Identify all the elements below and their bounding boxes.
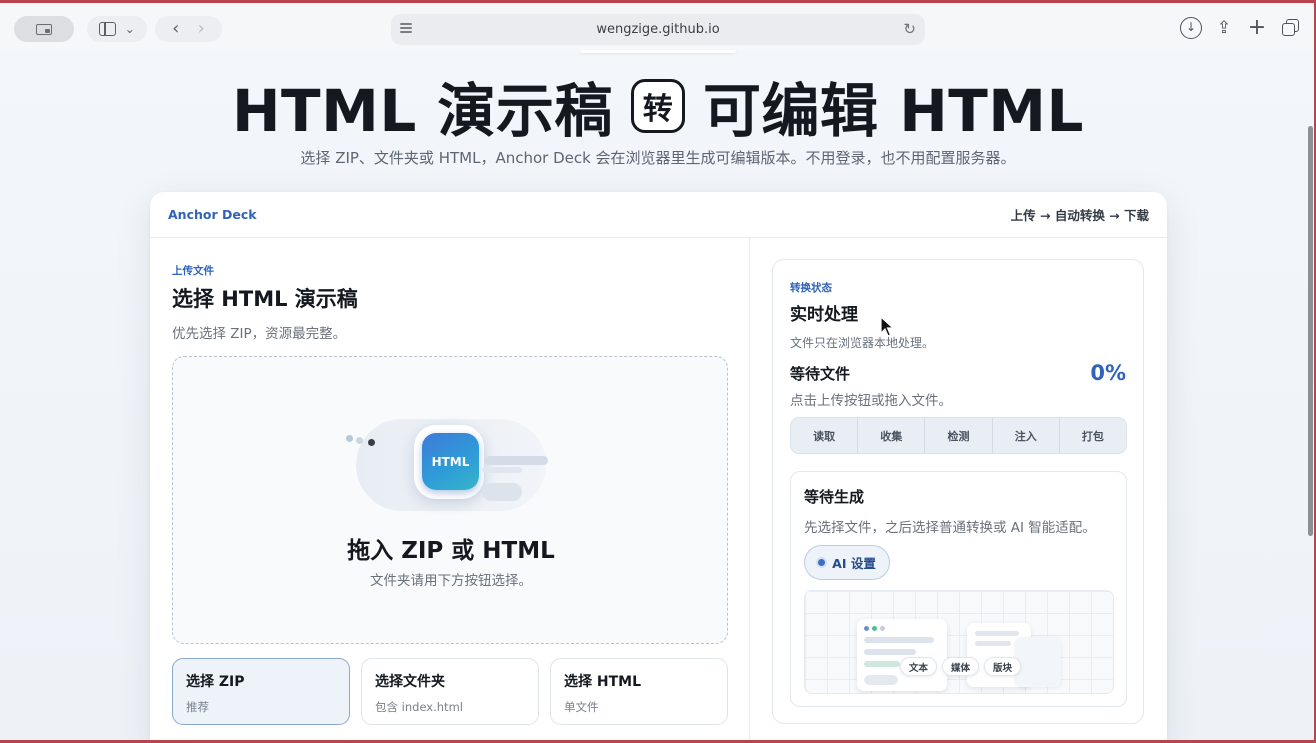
- status-note: 文件只在浏览器本地处理。: [790, 336, 935, 350]
- step-inject: 注入: [993, 418, 1060, 453]
- option-title: 选择 HTML: [564, 674, 641, 690]
- address-bar[interactable]: wengzige.github.io ↻: [391, 14, 925, 45]
- upload-eyebrow: 上传文件: [172, 265, 214, 277]
- step-collect: 收集: [858, 418, 926, 453]
- select-folder-button[interactable]: 选择文件夹 包含 index.html: [361, 658, 539, 725]
- step-detect: 检测: [925, 418, 993, 453]
- preview-illustration: 文本 媒体 版块: [804, 590, 1114, 694]
- generation-title: 等待生成: [804, 488, 865, 506]
- hero-title-left: HTML 演示稿: [232, 77, 613, 145]
- window-icon: [36, 23, 52, 35]
- waiting-label: 等待文件: [790, 365, 851, 383]
- step-read: 读取: [791, 418, 859, 453]
- file-dropzone[interactable]: HTML 拖入 ZIP 或 HTML 文件夹请用下方按钮选择。: [172, 356, 728, 644]
- upload-illustration: HTML: [346, 419, 548, 511]
- select-zip-button[interactable]: 选择 ZIP 推荐: [172, 658, 350, 725]
- status-dot-icon: [818, 559, 826, 566]
- generation-desc: 先选择文件，之后选择普通转换或 AI 智能适配。: [804, 520, 1096, 536]
- reload-icon[interactable]: ↻: [903, 20, 916, 38]
- progress-percent: 0%: [1090, 361, 1126, 385]
- html-file-icon: HTML: [422, 433, 479, 490]
- ai-settings-label: AI 设置: [832, 556, 876, 571]
- converter-card: Anchor Deck 上传 → 自动转换 → 下载 上传文件 选择 HTML …: [150, 192, 1167, 740]
- url-text: wengzige.github.io: [596, 22, 720, 37]
- brand-name[interactable]: Anchor Deck: [168, 207, 257, 222]
- option-sub: 单文件: [564, 700, 599, 714]
- hero-subtitle: 选择 ZIP、文件夹或 HTML，Anchor Deck 会在浏览器里生成可编辑…: [300, 149, 1016, 167]
- mouse-cursor-icon: [880, 316, 894, 337]
- pipeline-steps: 读取 收集 检测 注入 打包: [790, 417, 1127, 454]
- drop-title: 拖入 ZIP 或 HTML: [347, 538, 555, 564]
- step-pack: 打包: [1081, 429, 1104, 443]
- hero-title: HTML 演示稿 转 可编辑 HTML: [0, 64, 1316, 148]
- card-header: Anchor Deck 上传 → 自动转换 → 下载: [150, 192, 1167, 238]
- back-icon[interactable]: ‹: [172, 20, 179, 38]
- status-panel: 转换状态 实时处理 文件只在浏览器本地处理。 等待文件 0% 点击上传按钮或拖入…: [772, 259, 1144, 724]
- status-hint: 点击上传按钮或拖入文件。: [790, 393, 952, 409]
- forward-icon[interactable]: ›: [198, 20, 205, 38]
- share-icon[interactable]: ⇪: [1213, 17, 1235, 39]
- chip-block: 版块: [984, 657, 1022, 676]
- flow-steps: 上传 → 自动转换 → 下载: [1010, 208, 1149, 223]
- drop-hint: 文件夹请用下方按钮选择。: [370, 573, 532, 589]
- hero-title-right: 可编辑 HTML: [703, 77, 1084, 145]
- top-notch: [580, 50, 736, 53]
- new-tab-icon[interactable]: +: [1246, 17, 1268, 39]
- upload-desc: 优先选择 ZIP，资源最完整。: [172, 326, 347, 342]
- page-content: HTML 演示稿 转 可编辑 HTML 选择 ZIP、文件夹或 HTML，Anc…: [0, 50, 1316, 740]
- chip-text: 文本: [900, 657, 938, 676]
- browser-toolbar: ⌄ ‹ › wengzige.github.io ↻ ↓ ⇪ +: [0, 0, 1316, 50]
- file-pick-options: 选择 ZIP 推荐 选择文件夹 包含 index.html 选择 HTML 单文…: [172, 658, 728, 725]
- upload-title: 选择 HTML 演示稿: [172, 287, 358, 311]
- window-button[interactable]: [14, 16, 74, 42]
- status-title: 实时处理: [790, 305, 858, 325]
- chip-media: 媒体: [942, 657, 980, 676]
- ai-settings-button[interactable]: AI 设置: [804, 545, 890, 580]
- panel-divider: [749, 238, 750, 740]
- chevron-down-icon: ⌄: [124, 22, 135, 36]
- option-title: 选择 ZIP: [186, 674, 245, 690]
- status-eyebrow: 转换状态: [790, 282, 832, 294]
- option-title: 选择文件夹: [375, 674, 445, 690]
- sidebar-toggle-button[interactable]: ⌄: [87, 16, 147, 42]
- tab-overview-icon[interactable]: [1280, 17, 1302, 39]
- generation-box: 等待生成 先选择文件，之后选择普通转换或 AI 智能适配。 AI 设置 文本 媒…: [790, 471, 1127, 707]
- navigation-buttons: ‹ ›: [155, 16, 222, 42]
- page-scrollbar[interactable]: [1308, 126, 1313, 536]
- sidebar-icon: [99, 22, 117, 36]
- reader-icon[interactable]: [400, 23, 412, 36]
- download-icon[interactable]: ↓: [1180, 17, 1202, 39]
- option-sub: 推荐: [186, 700, 209, 714]
- convert-badge: 转: [631, 79, 685, 133]
- select-html-button[interactable]: 选择 HTML 单文件: [550, 658, 728, 725]
- option-sub: 包含 index.html: [375, 700, 463, 714]
